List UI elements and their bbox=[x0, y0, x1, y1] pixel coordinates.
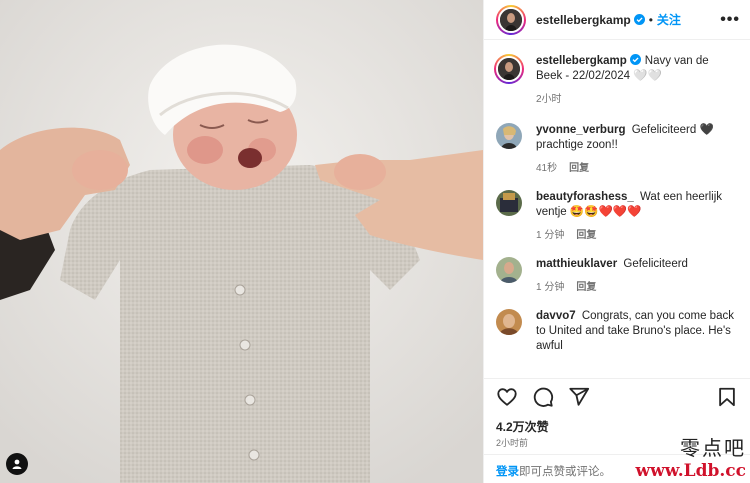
caption-author-avatar[interactable] bbox=[494, 54, 524, 84]
comment-avatar[interactable] bbox=[496, 190, 522, 216]
comment-body: yvonne_verburg Gefeliciteerd 🖤 prachtige… bbox=[536, 123, 738, 176]
commenter-avatar-image bbox=[496, 257, 522, 283]
commenter-avatar-image bbox=[496, 190, 522, 216]
more-options-button[interactable]: ••• bbox=[720, 11, 740, 29]
comment-row: yvonne_verburg Gefeliciteerd 🖤 prachtige… bbox=[496, 123, 738, 176]
reply-button[interactable]: 回复 bbox=[576, 282, 596, 293]
login-prompt: 登录即可点赞或评论。 bbox=[484, 454, 750, 483]
comments-list[interactable]: estellebergkamp Navy van de Beek - 22/02/… bbox=[484, 40, 750, 376]
comment-time: 1 分钟 bbox=[536, 282, 565, 293]
comment-username[interactable]: davvo7 bbox=[536, 310, 576, 322]
separator-dot: • bbox=[648, 12, 653, 27]
comment-avatar[interactable] bbox=[496, 257, 522, 283]
author-avatar[interactable] bbox=[496, 4, 526, 35]
bookmark-save-icon[interactable] bbox=[716, 386, 738, 408]
caption-username[interactable]: estellebergkamp bbox=[536, 55, 627, 67]
comment-time: 1 分钟 bbox=[536, 230, 565, 241]
likes-count[interactable]: 4.2万次赞 bbox=[496, 418, 549, 435]
post-timestamp: 2小时前 bbox=[496, 438, 529, 448]
user-tag-icon bbox=[12, 459, 22, 469]
comment-avatar[interactable] bbox=[496, 123, 522, 149]
login-prompt-text: 即可点赞或评论。 bbox=[519, 466, 611, 478]
post-photo[interactable] bbox=[0, 0, 483, 483]
comment-time: 41秒 bbox=[536, 163, 558, 174]
verified-badge-icon bbox=[629, 54, 641, 65]
like-heart-icon[interactable] bbox=[496, 386, 518, 408]
post-detail-panel: estellebergkamp • 关注 ••• estellebergkamp… bbox=[483, 0, 750, 483]
post-header: estellebergkamp • 关注 ••• bbox=[484, 0, 750, 40]
commenter-avatar-image bbox=[496, 309, 522, 335]
post-actions-bar bbox=[484, 378, 750, 414]
caption-meta: 2小时 bbox=[536, 92, 738, 107]
reply-button[interactable]: 回复 bbox=[576, 230, 596, 241]
comment-row: davvo7 Congrats, can you come back to Un… bbox=[496, 309, 738, 354]
comment-username[interactable]: beautyforashess_ bbox=[536, 191, 634, 203]
author-avatar-image bbox=[500, 8, 522, 31]
caption-avatar-image bbox=[498, 58, 520, 80]
share-send-icon[interactable] bbox=[568, 386, 590, 408]
follow-button[interactable]: 关注 bbox=[657, 11, 681, 28]
comment-body: beautyforashess_ Wat een heerlijk ventje… bbox=[536, 190, 738, 243]
comment-bubble-icon[interactable] bbox=[532, 386, 554, 408]
verified-badge-icon bbox=[633, 14, 645, 25]
comment-username[interactable]: matthieuklaver bbox=[536, 258, 617, 270]
comment-body: matthieuklaver Gefeliciteerd 1 分钟 回复 bbox=[536, 257, 688, 295]
caption-body: estellebergkamp Navy van de Beek - 22/02/… bbox=[536, 54, 738, 107]
caption-row: estellebergkamp Navy van de Beek - 22/02/… bbox=[494, 54, 738, 107]
comment-row: matthieuklaver Gefeliciteerd 1 分钟 回复 bbox=[496, 257, 738, 295]
comment-meta: 41秒 回复 bbox=[536, 161, 738, 176]
baby-photo-image bbox=[0, 0, 483, 483]
caption-time: 2小时 bbox=[536, 94, 562, 105]
reply-button[interactable]: 回复 bbox=[569, 163, 589, 174]
comment-row: beautyforashess_ Wat een heerlijk ventje… bbox=[496, 190, 738, 243]
author-username[interactable]: estellebergkamp bbox=[536, 13, 631, 27]
login-link[interactable]: 登录 bbox=[496, 466, 519, 478]
comment-meta: 1 分钟 回复 bbox=[536, 280, 688, 295]
comment-avatar[interactable] bbox=[496, 309, 522, 335]
commenter-avatar-image bbox=[496, 123, 522, 149]
comment-username[interactable]: yvonne_verburg bbox=[536, 124, 625, 136]
comment-text: Gefeliciteerd bbox=[623, 258, 688, 270]
user-tags-button[interactable] bbox=[6, 453, 28, 475]
comment-meta: 1 分钟 回复 bbox=[536, 228, 738, 243]
comment-body: davvo7 Congrats, can you come back to Un… bbox=[536, 309, 738, 354]
